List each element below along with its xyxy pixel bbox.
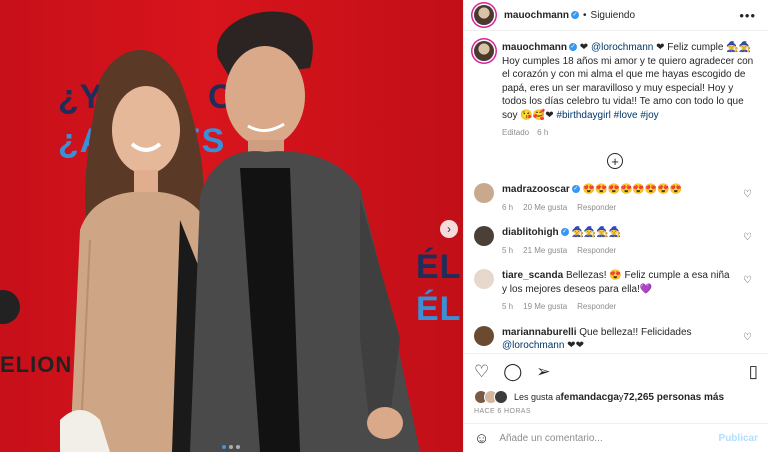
caption-meta: Editado 6 h	[502, 128, 756, 137]
share-paper-plane-icon[interactable]: ➢	[536, 363, 550, 380]
more-options-icon[interactable]: •••	[739, 8, 756, 23]
verified-icon: ✓	[560, 228, 569, 237]
load-more-comments-button[interactable]: +	[607, 153, 623, 169]
comment: tiare_scanda Bellezas! 😍 Feliz cumple a …	[474, 269, 756, 314]
likes-count[interactable]: 72,265 personas más	[623, 392, 724, 403]
comment-likes[interactable]: 20 Me gusta	[523, 203, 567, 212]
comment-body: tiare_scanda Bellezas! 😍 Feliz cumple a …	[502, 269, 756, 314]
commenter-avatar[interactable]	[474, 269, 494, 289]
carousel-indicator	[222, 445, 240, 449]
verified-icon: ✓	[571, 185, 580, 194]
post-side-panel: mauochmann ✓ • Siguiendo ••• mauochmann ✓…	[463, 0, 768, 452]
comment-body: madrazooscar ✓ 😍😍😍😍😍😍😍😍 6 h 20 Me gusta Res…	[502, 183, 704, 214]
commenter-username[interactable]: mariannaburelli	[502, 327, 576, 338]
comment: madrazooscar ✓ 😍😍😍😍😍😍😍😍 6 h 20 Me gusta Res…	[474, 183, 756, 214]
comment-input[interactable]	[497, 431, 711, 445]
likes-summary: Les gusta a femandacga y 72,265 personas…	[464, 388, 768, 406]
commenter-username[interactable]: madrazooscar	[502, 184, 570, 195]
comment-meta: 6 h 20 Me gusta Responder	[502, 201, 682, 215]
likes-user[interactable]: femandacga	[561, 392, 619, 403]
comment-likes[interactable]: 19 Me gusta	[523, 302, 567, 311]
author-avatar[interactable]	[474, 5, 494, 25]
publish-button[interactable]: Publicar	[719, 433, 758, 444]
comment-body: mariannaburelli Que belleza!! Felicidade…	[502, 326, 756, 353]
carousel-dot	[236, 445, 240, 449]
comment-likes[interactable]: 21 Me gusta	[523, 246, 567, 255]
post-header: mauochmann ✓ • Siguiendo •••	[464, 0, 768, 31]
comment-like-icon[interactable]: ♡	[743, 232, 752, 243]
follow-separator: •	[583, 9, 587, 21]
caption-mention[interactable]: @lorochmann	[591, 42, 653, 53]
commenter-avatar[interactable]	[474, 226, 494, 246]
comment-body: diablitohigh ✓ 🧙🧙🧙🧙 5 h 21 Me gusta Respond…	[502, 226, 648, 257]
comment-text: Que belleza!! Felicidades	[579, 326, 692, 338]
comment-like-icon[interactable]: ♡	[743, 275, 752, 286]
verified-icon: ✓	[569, 43, 578, 52]
backdrop-logo	[0, 290, 20, 324]
posted-time[interactable]: HACE 6 HORAS	[464, 406, 768, 423]
caption-username[interactable]: mauochmann	[502, 42, 567, 53]
comment-time[interactable]: 5 h	[502, 246, 513, 255]
caption-time[interactable]: 6 h	[537, 128, 548, 137]
commenter-avatar[interactable]	[474, 325, 494, 346]
reply-button[interactable]: Responder	[577, 302, 616, 311]
liker-avatars	[474, 390, 508, 404]
comment-meta: 5 h 19 Me gusta Responder	[502, 300, 734, 314]
follow-status[interactable]: Siguiendo	[591, 10, 635, 21]
caption-text: mauochmann ✓ ❤ @lorochmann ❤ Feliz cumple…	[502, 41, 756, 122]
comment-meta: 5 h 21 Me gusta Responder	[502, 244, 626, 258]
caption-heart: ❤	[579, 42, 591, 53]
action-bar: ♡ ◯ ➢ ▯	[464, 353, 768, 388]
save-bookmark-icon[interactable]: ▯	[749, 363, 758, 380]
add-comment-bar: ☺ Publicar	[464, 423, 768, 452]
comment: diablitohigh ✓ 🧙🧙🧙🧙 5 h 21 Me gusta Respond…	[474, 226, 756, 257]
verified-icon: ✓	[571, 11, 580, 19]
comment-text-end: ❤❤	[564, 340, 584, 351]
comment-time[interactable]: 5 h	[502, 302, 513, 311]
commenter-username[interactable]: tiare_scanda	[502, 270, 563, 281]
caption: mauochmann ✓ ❤ @lorochmann ❤ Feliz cumple…	[474, 41, 756, 137]
carousel-dot	[229, 445, 233, 449]
reply-button[interactable]: Responder	[577, 246, 616, 255]
comments-scroll-area[interactable]: mauochmann ✓ ❤ @lorochmann ❤ Feliz cumple…	[464, 31, 768, 353]
author-username[interactable]: mauochmann	[504, 10, 569, 21]
plus-icon: +	[611, 153, 619, 169]
man-figure	[190, 11, 420, 452]
commenter-avatar[interactable]	[474, 183, 494, 203]
post-photo[interactable]: ¿Y O L ¿A ES ÉL? ÉL? ELION	[0, 0, 463, 452]
comment-bubble-icon[interactable]: ◯	[503, 363, 522, 380]
comment-time[interactable]: 6 h	[502, 203, 513, 212]
comment-text: 🧙🧙🧙🧙	[571, 227, 622, 238]
comment-text: 😍😍😍😍😍😍😍😍	[582, 184, 683, 195]
commenter-username[interactable]: diablitohigh	[502, 227, 559, 238]
next-photo-button[interactable]: ›	[440, 220, 458, 238]
caption-hashtags[interactable]: #birthdaygirl #love #joy	[556, 110, 658, 121]
comment-like-icon[interactable]: ♡	[743, 332, 752, 343]
emoji-icon[interactable]: ☺	[474, 430, 489, 447]
edited-label: Editado	[502, 128, 530, 137]
like-heart-icon[interactable]: ♡	[474, 363, 489, 380]
instagram-post: ¿Y O L ¿A ES ÉL? ÉL? ELION	[0, 0, 768, 452]
comment-mention[interactable]: @lorochmann	[502, 340, 564, 351]
comment: mariannaburelli Que belleza!! Felicidade…	[474, 325, 756, 353]
liker-avatar	[494, 390, 508, 404]
reply-button[interactable]: Responder	[577, 203, 616, 212]
likes-prefix: Les gusta a	[514, 392, 561, 402]
caption-avatar[interactable]	[474, 41, 494, 61]
carousel-dot	[222, 445, 226, 449]
comment-like-icon[interactable]: ♡	[743, 189, 752, 200]
chevron-right-icon: ›	[447, 222, 451, 236]
